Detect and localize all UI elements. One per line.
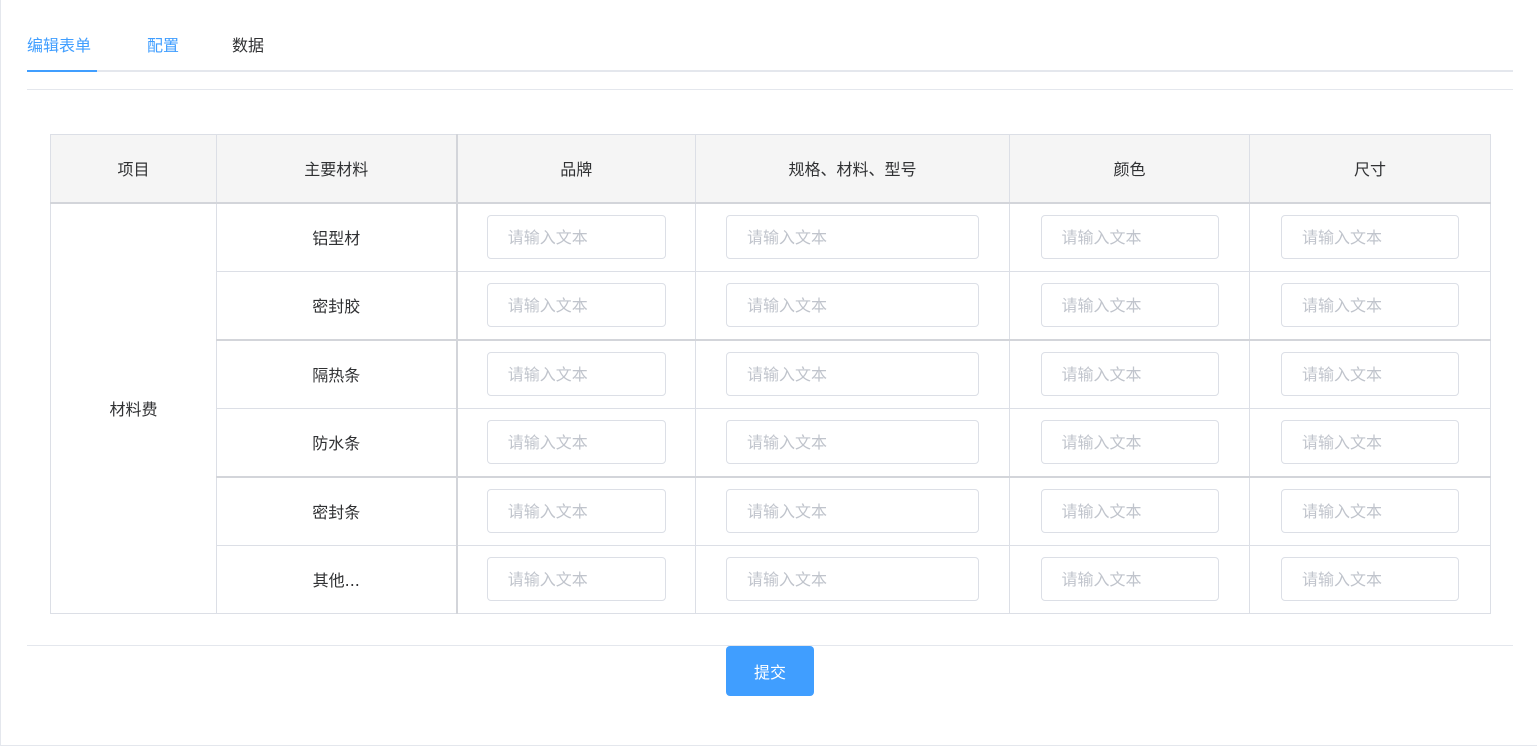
header-main-material: 主要材料 — [216, 134, 457, 203]
tab-bar: 编辑表单 配置 数据 — [27, 22, 1513, 72]
size-input[interactable] — [1281, 215, 1459, 259]
material-name: 隔热条 — [216, 338, 457, 409]
table-row: 材料费 铝型材 — [50, 201, 1491, 614]
header-spec: 规格、材料、型号 — [695, 134, 1010, 203]
color-input[interactable] — [1040, 283, 1219, 327]
brand-input[interactable] — [486, 489, 666, 533]
tab-config[interactable]: 配置 — [147, 34, 179, 58]
brand-input[interactable] — [486, 557, 666, 602]
spec-input[interactable] — [726, 557, 979, 602]
brand-input[interactable] — [486, 215, 666, 259]
table-header-row: 项目 主要材料 品牌 规格、材料、型号 颜色 尺寸 — [50, 134, 1491, 203]
spec-input[interactable] — [726, 352, 979, 396]
size-input[interactable] — [1281, 283, 1459, 327]
material-name: 铝型材 — [216, 201, 457, 272]
submit-button[interactable]: 提交 — [726, 646, 814, 696]
material-name: 密封条 — [216, 475, 457, 546]
spec-input[interactable] — [726, 420, 979, 464]
material-name: 其他... — [216, 544, 457, 614]
color-input[interactable] — [1040, 557, 1219, 602]
tab-edit-form[interactable]: 编辑表单 — [27, 34, 91, 58]
table-row: 防水条 — [51, 407, 1491, 477]
table-row: 其他... — [51, 544, 1491, 614]
spec-input[interactable] — [726, 215, 979, 259]
tab-data[interactable]: 数据 — [232, 34, 264, 58]
brand-input[interactable] — [486, 283, 666, 327]
color-input[interactable] — [1040, 352, 1219, 396]
active-tab-indicator — [27, 70, 97, 72]
color-input[interactable] — [1040, 489, 1219, 533]
header-item: 项目 — [50, 134, 217, 203]
form-panel: 编辑表单 配置 数据 项目 主要材料 品牌 规格、材料、型号 颜色 尺寸 材料费… — [0, 0, 1537, 746]
divider-top — [27, 89, 1513, 90]
material-name: 密封胶 — [216, 270, 457, 340]
size-input[interactable] — [1281, 420, 1459, 464]
spec-input[interactable] — [726, 489, 979, 533]
size-input[interactable] — [1281, 557, 1459, 602]
group-label-cell: 材料费 — [50, 201, 217, 614]
material-name: 防水条 — [216, 407, 457, 477]
materials-table: 项目 主要材料 品牌 规格、材料、型号 颜色 尺寸 材料费 铝型材 密封胶 — [50, 134, 1491, 614]
table-row: 密封胶 — [51, 270, 1491, 340]
header-size: 尺寸 — [1249, 134, 1491, 203]
table-row: 隔热条 — [51, 338, 1491, 409]
table-row: 密封条 — [51, 475, 1491, 546]
header-color: 颜色 — [1009, 134, 1250, 203]
color-input[interactable] — [1040, 420, 1219, 464]
brand-input[interactable] — [486, 420, 666, 464]
color-input[interactable] — [1040, 215, 1219, 259]
header-brand: 品牌 — [455, 134, 696, 203]
size-input[interactable] — [1281, 489, 1459, 533]
spec-input[interactable] — [726, 283, 979, 327]
size-input[interactable] — [1281, 352, 1459, 396]
brand-input[interactable] — [486, 352, 666, 396]
